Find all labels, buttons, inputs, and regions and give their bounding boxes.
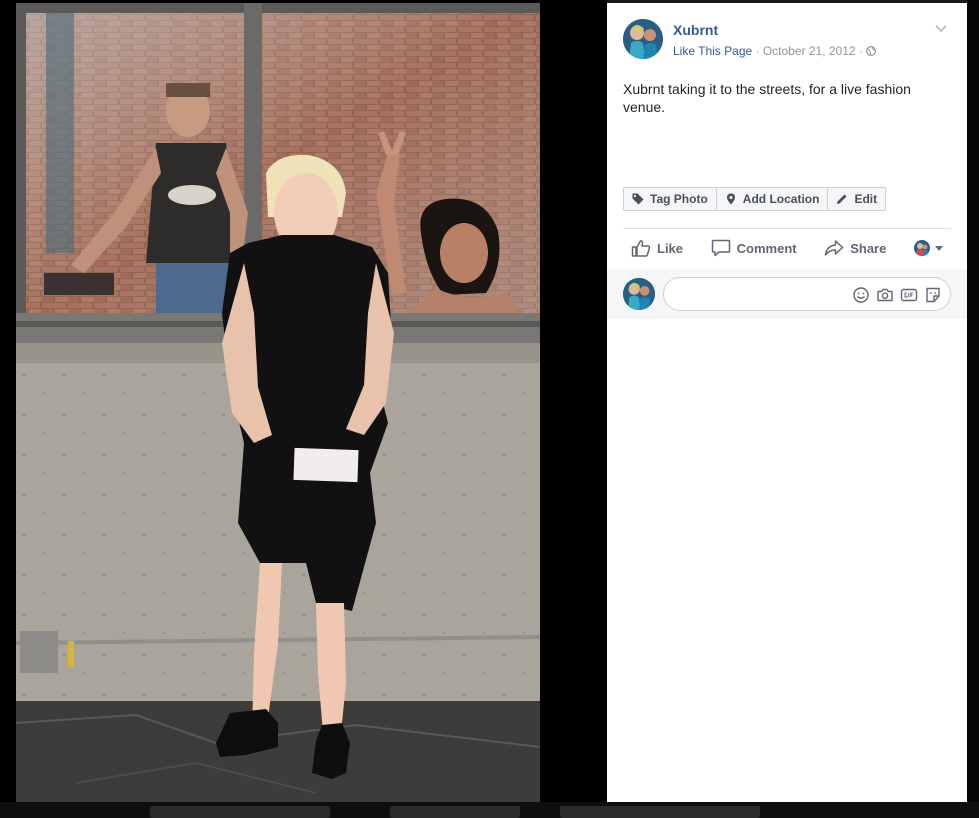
location-pin-icon [726, 193, 735, 205]
share-button[interactable]: Share [816, 232, 894, 264]
like-label: Like [657, 240, 684, 256]
emoji-icon[interactable] [852, 286, 870, 304]
tag-icon [632, 193, 644, 205]
backdrop-bottom [0, 802, 979, 818]
pencil-icon [837, 194, 847, 204]
post-side-panel: Xubrnt Like This Page · October 21, 2012… [607, 3, 967, 802]
page-name[interactable]: Xubrnt [673, 22, 718, 38]
thumbs-up-icon [631, 240, 651, 257]
sticker-icon[interactable] [924, 286, 942, 304]
photo-frame [16, 3, 540, 802]
comment-label: Comment [736, 240, 797, 256]
share-label: Share [850, 240, 887, 256]
add-location-label: Add Location [742, 192, 820, 206]
post-meta: Like This Page · October 21, 2012 · [673, 44, 877, 58]
edit-button[interactable]: Edit [827, 187, 887, 211]
comment-bubble-icon [711, 239, 730, 257]
edit-label: Edit [854, 192, 878, 206]
post-caption: Xubrnt taking it to the streets, for a l… [623, 81, 911, 115]
like-button[interactable]: Like [623, 232, 691, 264]
page-avatar[interactable] [623, 19, 663, 59]
comment-tools [846, 286, 942, 304]
tag-photo-label: Tag Photo [650, 192, 708, 206]
caret-down-icon [934, 245, 943, 251]
gif-icon[interactable] [900, 286, 918, 304]
backdrop-edge [967, 0, 979, 818]
chevron-down-icon[interactable] [935, 24, 947, 34]
commenter-avatar [623, 278, 655, 310]
meta-separator: · [752, 44, 763, 58]
backdrop-blur [390, 806, 520, 818]
photo-actions-bar: Tag Photo Add Location Edit [623, 187, 887, 211]
add-location-button[interactable]: Add Location [715, 187, 829, 211]
comment-button[interactable]: Comment [703, 232, 805, 264]
comment-input[interactable] [676, 286, 846, 302]
share-arrow-icon [824, 240, 844, 256]
backdrop-blur [560, 806, 760, 818]
comment-composer [607, 269, 967, 319]
post-as-avatar [913, 240, 930, 256]
post-as-selector[interactable] [906, 232, 951, 264]
camera-icon[interactable] [876, 286, 894, 304]
globe-icon[interactable] [866, 46, 877, 56]
like-page-link[interactable]: Like This Page [673, 44, 752, 58]
meta-separator: · [855, 44, 867, 58]
comment-input-box[interactable] [663, 277, 951, 311]
post-photo[interactable] [16, 3, 540, 802]
post-date[interactable]: October 21, 2012 [763, 44, 856, 58]
divider [623, 228, 951, 229]
photo-stage[interactable] [0, 0, 607, 802]
backdrop-blur [150, 806, 330, 818]
tag-photo-button[interactable]: Tag Photo [623, 187, 717, 211]
ufi-action-bar: Like Comment Share [623, 231, 951, 265]
